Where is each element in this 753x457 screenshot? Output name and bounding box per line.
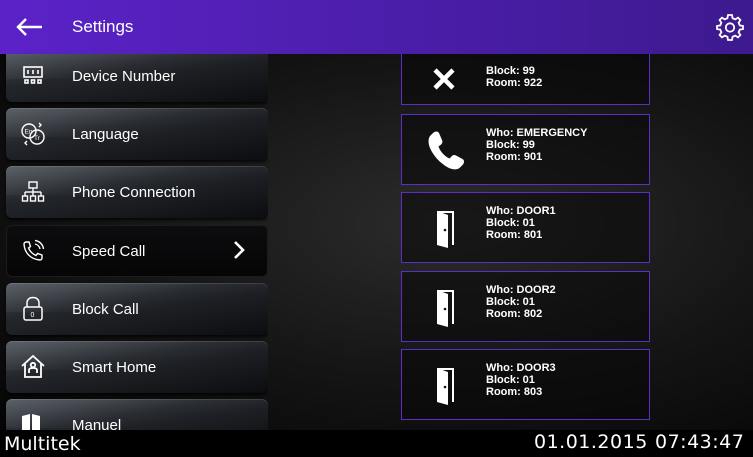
speed-call-info: Who: DOOR3 Block: 01 Room: 803 (486, 362, 556, 398)
menu-item-smart-home[interactable]: Smart Home (6, 341, 268, 393)
menu-item-manuel[interactable]: Manuel (6, 399, 268, 430)
menu-item-label: Manuel (72, 416, 122, 431)
settings-menu[interactable]: Device Number En Tr Language Phone Conne… (0, 54, 268, 430)
manual-icon (20, 412, 46, 430)
speed-call-room: Room: 922 (486, 77, 543, 89)
page-title: Settings (72, 17, 134, 36)
door-icon (437, 368, 454, 405)
phone-icon (428, 131, 464, 170)
speed-call-info: Who: DOOR2 Block: 01 Room: 802 (486, 284, 556, 320)
speed-call-who: Who: DOOR3 (486, 362, 556, 374)
speed-call-block: Block: 99 (486, 65, 535, 77)
settings-button[interactable] (715, 12, 745, 42)
speed-call-room: Room: 901 (486, 151, 543, 163)
menu-item-label: Speed Call (72, 242, 146, 260)
speed-call-list[interactable]: Block: 99 Room: 922 Who: EMERGENCY Block… (401, 54, 651, 430)
device-number-icon (20, 63, 46, 89)
top-bar: Settings (0, 0, 753, 54)
speed-call-room: Room: 802 (486, 308, 543, 320)
lock-icon: 0 (20, 296, 46, 322)
speed-call-block: Block: 99 (486, 139, 535, 151)
speed-call-icon (20, 238, 46, 264)
speed-call-card[interactable]: Block: 99 Room: 922 (401, 54, 650, 105)
speed-call-info: Block: 99 Room: 922 (486, 65, 542, 89)
speed-call-block: Block: 01 (486, 217, 535, 229)
date-display: 01.01.2015 (534, 431, 648, 453)
svg-text:0: 0 (31, 312, 35, 319)
menu-item-block-call[interactable]: 0 Block Call (6, 283, 268, 335)
smart-home-icon (20, 354, 46, 380)
time-display: 07:43:47 (655, 431, 745, 453)
svg-text:Tr: Tr (34, 135, 41, 142)
network-icon (20, 179, 46, 205)
speed-call-info: Who: DOOR1 Block: 01 Room: 801 (486, 205, 556, 241)
speed-call-block: Block: 01 (486, 296, 535, 308)
menu-item-label: Smart Home (72, 358, 157, 376)
speed-call-who: Who: DOOR2 (486, 284, 556, 296)
language-icon: En Tr (20, 121, 46, 147)
speed-call-who: Who: EMERGENCY (486, 127, 588, 139)
speed-call-room: Room: 801 (486, 229, 543, 241)
status-bar: Multitek 01.01.2015 07:43:47 (0, 430, 753, 457)
speed-call-card[interactable]: Who: EMERGENCY Block: 99 Room: 901 (401, 114, 650, 185)
speed-call-card[interactable]: Who: DOOR2 Block: 01 Room: 802 (401, 271, 650, 342)
speed-call-who: Who: DOOR1 (486, 205, 556, 217)
speed-call-card[interactable]: Who: DOOR3 Block: 01 Room: 803 (401, 349, 650, 420)
menu-item-phone-connection[interactable]: Phone Connection (6, 166, 268, 218)
menu-item-label: Block Call (72, 300, 139, 318)
menu-item-label: Language (72, 125, 139, 143)
speed-call-info: Who: EMERGENCY Block: 99 Room: 901 (486, 127, 587, 163)
menu-item-label: Device Number (72, 67, 176, 85)
svg-text:En: En (25, 129, 33, 136)
back-button[interactable] (0, 0, 58, 54)
tools-icon (433, 68, 455, 90)
speed-call-block: Block: 01 (486, 374, 535, 386)
menu-item-language[interactable]: En Tr Language (6, 108, 268, 160)
door-icon (437, 211, 454, 248)
door-icon (437, 290, 454, 327)
gear-icon (716, 14, 744, 41)
speed-call-card[interactable]: Who: DOOR1 Block: 01 Room: 801 (401, 192, 650, 263)
arrow-left-icon (16, 18, 42, 36)
menu-item-label: Phone Connection (72, 183, 196, 201)
settings-content: Device Number En Tr Language Phone Conne… (0, 54, 753, 430)
menu-item-device-number[interactable]: Device Number (6, 54, 268, 102)
speed-call-room: Room: 803 (486, 386, 543, 398)
chevron-right-icon (234, 241, 245, 259)
menu-item-speed-call[interactable]: Speed Call (6, 225, 268, 277)
brand-name: Multitek (4, 432, 81, 455)
